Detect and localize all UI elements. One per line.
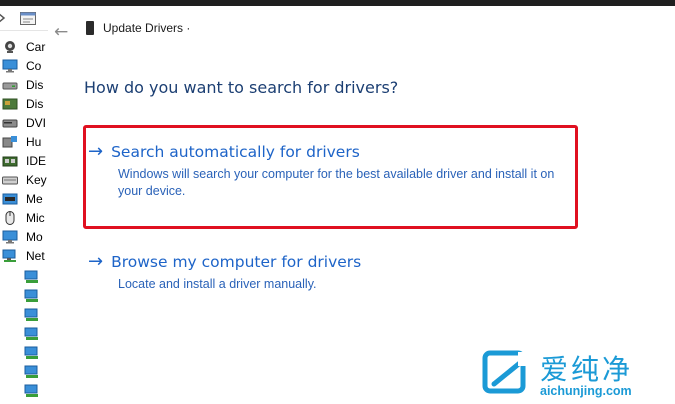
device-label: Net [26,249,45,263]
network-adapter-icon[interactable] [24,327,40,341]
device-label: Me [26,192,43,206]
device-label: Key [26,173,47,187]
watermark: 爱纯净 aichunjing.com [478,348,673,402]
forward-icon[interactable] [0,12,6,24]
device-item-disk-drives[interactable]: Dis [2,76,43,94]
network-adapter-icon[interactable] [24,270,40,284]
keyboard-icon [2,176,18,185]
ide-controller-icon [2,156,18,167]
update-drivers-dialog: ← Update Drivers · How do you want to se… [48,6,675,404]
watermark-logo-icon [482,350,532,394]
watermark-url: aichunjing.com [540,384,632,398]
device-label: DVI [26,116,47,130]
device-label: Co [26,59,42,73]
network-adapter-icon[interactable] [24,365,40,379]
device-item-monitors[interactable]: Mo [2,228,43,246]
device-label: IDE [26,154,47,168]
network-adapter-icon[interactable] [24,346,40,360]
highlight-annotation-box [83,125,578,229]
hid-icon [2,136,17,148]
disk-drive-icon [2,82,18,90]
display-adapter-icon [2,98,18,110]
back-arrow-icon[interactable]: ← [54,22,68,42]
device-item-network-adapters[interactable]: Net [2,247,45,265]
device-label: Mic [26,211,45,225]
dialog-title-bar: Update Drivers · [86,21,190,35]
network-adapter-icon[interactable] [24,384,40,398]
mouse-icon [5,211,15,225]
device-item-cameras[interactable]: Car [2,38,45,56]
device-label: Dis [26,78,44,92]
monitor-icon [2,59,18,73]
network-adapter-icon [2,249,16,262]
right-arrow-icon: → [88,251,104,272]
device-label: Hu [26,135,42,149]
browse-my-computer-option[interactable]: → Browse my computer for drivers Locate … [88,251,361,293]
dialog-question: How do you want to search for drivers? [84,78,399,97]
device-item-ide-controllers[interactable]: IDE [2,152,46,170]
device-item-mice[interactable]: Mic [2,209,45,227]
dvd-drive-icon [2,119,18,128]
device-item-dvd-drives[interactable]: DVI [2,114,46,132]
option-description: Locate and install a driver manually. [118,277,317,291]
network-adapter-icon[interactable] [24,308,40,322]
device-item-keyboards[interactable]: Key [2,171,47,189]
device-label: Car [26,40,46,54]
device-item-human-interface[interactable]: Hu [2,133,41,151]
device-icon [86,21,94,35]
device-manager-toolbar [0,6,48,31]
device-label: Mo [26,230,43,244]
monitor-icon [2,230,18,244]
dialog-title: Update Drivers · [103,21,191,35]
properties-icon[interactable] [20,12,36,25]
camera-icon [5,41,15,53]
device-manager-tree: Car Co Dis Dis DVI Hu IDE Key Me Mic Mo … [0,6,49,404]
watermark-brand: 爱纯净 [540,353,634,386]
option-title: Browse my computer for drivers [111,252,362,271]
network-adapter-icon[interactable] [24,289,40,303]
device-item-display-adapters[interactable]: Dis [2,95,43,113]
memory-icon [2,193,18,205]
device-item-memory[interactable]: Me [2,190,43,208]
device-label: Dis [26,97,44,111]
device-item-computer[interactable]: Co [2,57,41,75]
